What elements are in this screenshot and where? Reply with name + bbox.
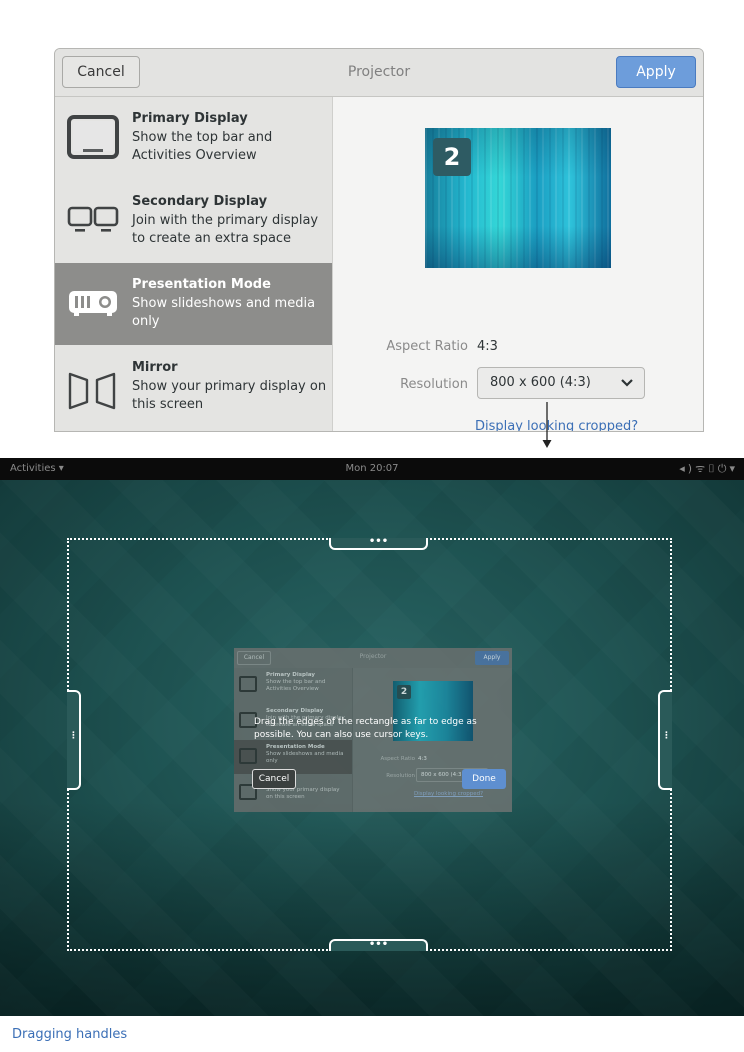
overscan-done-button[interactable]: Done bbox=[462, 769, 506, 789]
dialog-title: Projector bbox=[347, 64, 411, 80]
lock-icon: ⌷ bbox=[708, 462, 718, 475]
projector-icon bbox=[69, 291, 117, 316]
handle-grip-icon: ⋮ bbox=[662, 731, 671, 741]
mode-name: Presentation Mode bbox=[132, 277, 271, 292]
figure-caption: Dragging handles bbox=[12, 1027, 128, 1042]
overscan-rectangle bbox=[67, 538, 672, 951]
monitor-icon bbox=[67, 115, 119, 159]
right-drag-handle[interactable]: ⋮ bbox=[658, 690, 672, 790]
mirror-icon bbox=[68, 372, 116, 410]
bottom-drag-handle[interactable]: ••• bbox=[329, 939, 428, 951]
resolution-value: 800 x 600 (4:3) bbox=[490, 375, 591, 390]
resolution-label: Resolution bbox=[400, 377, 468, 392]
power-icon: ⏻▾ bbox=[717, 462, 738, 475]
overscan-cancel-button[interactable]: Cancel bbox=[252, 769, 296, 789]
display-cropped-link[interactable]: Display looking cropped? bbox=[475, 419, 638, 431]
mode-item-primary-display[interactable]: Primary Display Show the top bar and Act… bbox=[55, 97, 332, 179]
dual-monitor-icon bbox=[67, 206, 119, 232]
apply-button[interactable]: Apply bbox=[616, 56, 696, 88]
mode-list: Primary Display Show the top bar and Act… bbox=[55, 97, 333, 431]
volume-icon: ◂) bbox=[679, 462, 696, 475]
handle-grip-icon: ••• bbox=[368, 939, 389, 950]
display-settings-panel: 2 Aspect Ratio 4:3 Resolution 800 x 600 … bbox=[333, 97, 703, 431]
resolution-dropdown[interactable]: 800 x 600 (4:3) bbox=[477, 367, 645, 399]
system-status-area[interactable]: ◂)ᯤ⌷⏻▾ bbox=[679, 461, 738, 476]
mode-item-secondary-display[interactable]: Secondary Display Join with the primary … bbox=[55, 180, 332, 262]
display-preview: 2 bbox=[425, 128, 611, 268]
network-icon: ᯤ bbox=[695, 462, 709, 475]
left-drag-handle[interactable]: ⋮ bbox=[67, 690, 81, 790]
overscan-instructions: Drag the edges of the rectangle as far t… bbox=[254, 717, 477, 740]
handle-grip-icon: ⋮ bbox=[69, 731, 78, 741]
mode-description: Show your primary display on this screen bbox=[132, 379, 327, 412]
aspect-ratio-value: 4:3 bbox=[477, 339, 498, 354]
dialog-titlebar: Cancel Projector Apply bbox=[55, 49, 703, 97]
projector-dialog: Cancel Projector Apply Primary Display S… bbox=[54, 48, 704, 432]
top-drag-handle[interactable]: ••• bbox=[329, 536, 428, 550]
display-number-badge: 2 bbox=[433, 138, 471, 176]
clock[interactable]: Mon 20:07 bbox=[0, 463, 744, 474]
mode-item-presentation-mode[interactable]: Presentation Mode Show slideshows and me… bbox=[55, 263, 332, 345]
mode-description: Show slideshows and media only bbox=[132, 296, 316, 329]
down-arrow-icon bbox=[542, 402, 552, 448]
chevron-down-icon bbox=[621, 379, 633, 387]
mode-item-mirror[interactable]: Mirror Show your primary display on this… bbox=[55, 346, 332, 428]
mode-name: Secondary Display bbox=[132, 194, 268, 209]
mode-description: Join with the primary display to create … bbox=[132, 213, 319, 246]
mode-description: Show the top bar and Activities Overview bbox=[132, 130, 273, 163]
top-bar: Activities ▾ Mon 20:07 ◂)ᯤ⌷⏻▾ bbox=[0, 458, 744, 480]
mode-name: Mirror bbox=[132, 360, 178, 375]
mode-name: Primary Display bbox=[132, 111, 248, 126]
handle-grip-icon: ••• bbox=[368, 536, 389, 547]
aspect-ratio-label: Aspect Ratio bbox=[386, 339, 468, 354]
